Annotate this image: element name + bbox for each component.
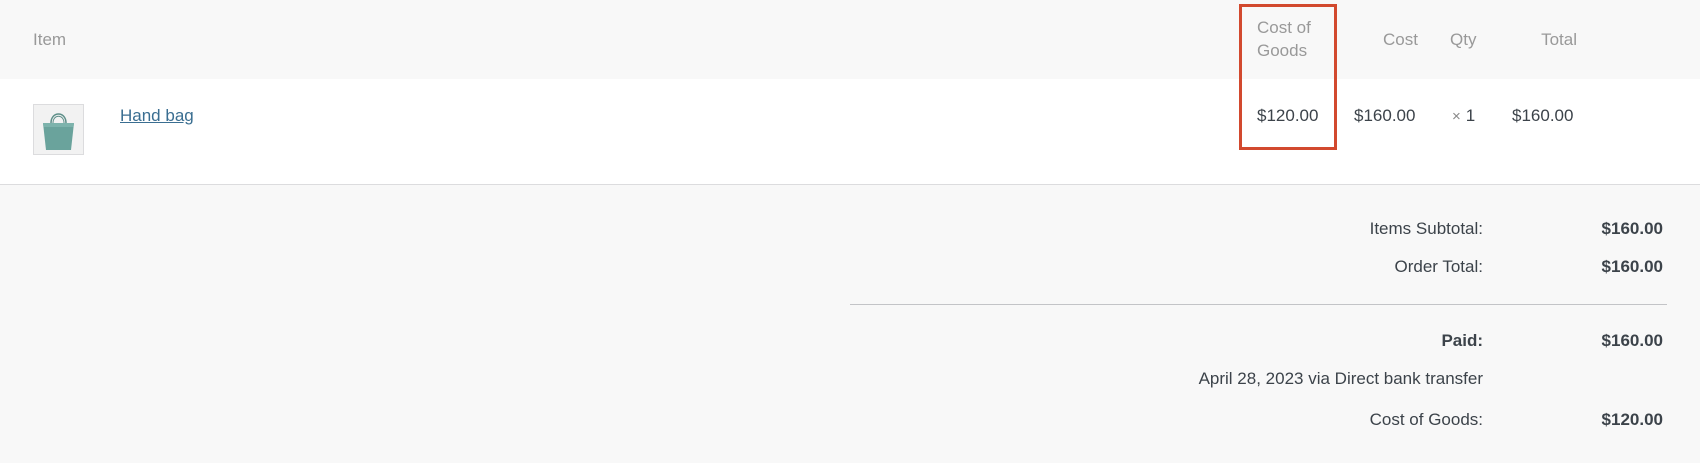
paid-value: $160.00 — [1601, 331, 1663, 350]
items-subtotal-label: Items Subtotal: — [1369, 219, 1483, 238]
item-total-value: $160.00 — [1512, 106, 1574, 125]
items-subtotal-value: $160.00 — [1601, 219, 1663, 238]
paid-label: Paid: — [1441, 331, 1483, 350]
product-thumbnail[interactable] — [33, 104, 84, 155]
column-header-qty: Qty — [1450, 30, 1477, 49]
column-header-cost: Cost — [1383, 30, 1418, 49]
totals-divider — [850, 304, 1667, 305]
column-header-total: Total — [1541, 30, 1577, 49]
cost-of-goods-total-value: $120.00 — [1601, 410, 1663, 429]
product-link[interactable]: Hand bag — [120, 106, 194, 126]
item-qty: × 1 — [1452, 106, 1475, 126]
cost-of-goods-value: $120.00 — [1257, 106, 1319, 125]
table-row: Hand bag $120.00 $160.00 × 1 $160.00 — [0, 79, 1700, 185]
payment-note: April 28, 2023 via Direct bank transfer — [1198, 369, 1483, 388]
column-header-cost-of-goods: Cost of Goods — [1257, 18, 1311, 60]
qty-value: 1 — [1465, 106, 1476, 125]
table-header: Item Cost of Goods Cost Qty Total — [0, 0, 1700, 79]
cost-of-goods-total-label: Cost of Goods: — [1369, 410, 1483, 429]
item-cost-value: $160.00 — [1354, 106, 1416, 125]
times-symbol: × — [1452, 108, 1461, 125]
order-total-value: $160.00 — [1601, 257, 1663, 276]
column-header-item: Item — [33, 30, 67, 49]
handbag-icon — [34, 105, 83, 154]
order-total-label: Order Total: — [1394, 257, 1483, 276]
